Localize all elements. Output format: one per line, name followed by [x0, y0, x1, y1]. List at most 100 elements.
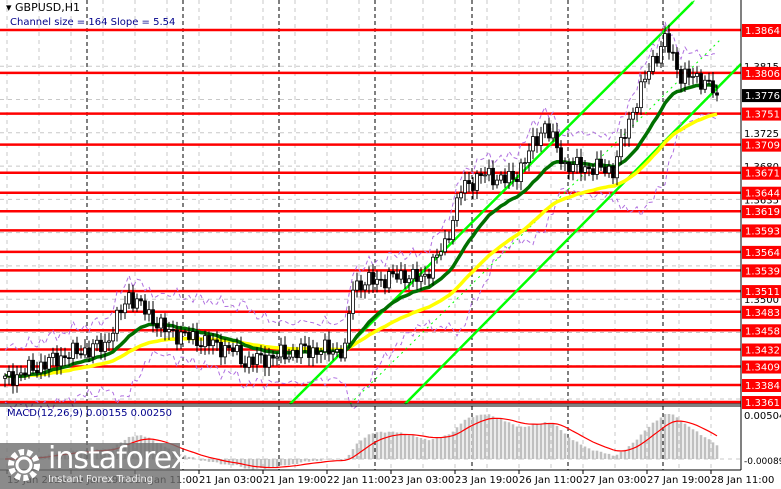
macd-histogram-bar	[411, 435, 415, 459]
candle-bull	[531, 136, 535, 152]
macd-histogram-bar	[463, 419, 467, 459]
level-price-label: 1.3458	[745, 326, 780, 337]
macd-histogram-bar	[307, 459, 311, 462]
candle-bear	[567, 161, 571, 172]
candle-bear	[215, 339, 219, 343]
candle-bear	[471, 183, 475, 191]
candle-bear	[379, 278, 383, 281]
candle-bear	[679, 69, 683, 84]
candle-bull	[627, 118, 631, 139]
candle-bull	[659, 46, 663, 64]
time-label: 26 Jan 11:00	[519, 475, 582, 486]
macd-histogram-bar	[483, 414, 487, 459]
candle-bull	[431, 256, 435, 279]
macd-histogram-bar	[695, 431, 699, 459]
candle-bear	[359, 280, 363, 291]
macd-histogram-bar	[559, 430, 563, 459]
macd-histogram-bar	[703, 437, 707, 459]
time-label: 27 Jan 19:00	[647, 475, 710, 486]
candle-bear	[67, 357, 71, 360]
candle-bull	[683, 68, 687, 84]
macd-histogram-bar	[303, 459, 307, 462]
watermark-brand: instaforex	[48, 441, 188, 476]
macd-histogram-bar	[291, 459, 295, 465]
candle-bull	[367, 272, 371, 286]
symbol-title: ▾ GBPUSD,H1	[6, 1, 81, 14]
candle-bear	[547, 123, 551, 139]
candle-bear	[43, 361, 47, 370]
macd-histogram-bar	[611, 455, 615, 459]
candle-bear	[667, 33, 671, 53]
candle-bear	[75, 342, 79, 355]
macd-histogram-bar	[471, 417, 475, 459]
time-label: 21 Jan 03:00	[199, 475, 262, 486]
candle-bear	[163, 317, 167, 333]
candle-bull	[463, 180, 467, 194]
candle-bull	[135, 298, 139, 309]
candle-bull	[83, 347, 87, 356]
candle-bull	[387, 271, 391, 289]
candle-bear	[403, 270, 407, 284]
candle-bull	[507, 170, 511, 184]
candle-bull	[51, 352, 55, 358]
macd-histogram-bar	[571, 440, 575, 459]
level-price-label: 1.3644	[745, 189, 780, 200]
macd-histogram-bar	[679, 421, 683, 459]
macd-histogram-bar	[619, 451, 623, 459]
level-price-label: 1.3864	[745, 26, 780, 37]
macd-histogram-bar	[519, 426, 523, 459]
candle-bear	[31, 359, 35, 371]
candle-bull	[631, 111, 635, 120]
candle-bear	[327, 339, 331, 355]
macd-histogram-bar	[267, 459, 271, 469]
candle-bear	[579, 156, 583, 173]
macd-histogram-bar	[663, 414, 667, 459]
macd-histogram-bar	[507, 422, 511, 459]
candle-bear	[467, 180, 471, 185]
macd-histogram-bar	[327, 459, 331, 460]
candle-bear	[155, 323, 159, 329]
macd-histogram-bar	[491, 416, 495, 459]
candle-bear	[599, 158, 603, 168]
level-price-label: 1.3384	[745, 381, 780, 392]
macd-histogram-bar	[187, 456, 191, 459]
level-price-label: 1.3751	[745, 110, 780, 121]
macd-histogram-bar	[691, 429, 695, 459]
candle-bear	[479, 173, 483, 176]
candle-bear	[55, 352, 59, 367]
macd-histogram-bar	[279, 459, 283, 466]
candle-bear	[587, 166, 591, 170]
macd-histogram-bar	[699, 435, 703, 459]
level-price-label: 1.3409	[745, 363, 780, 374]
candle-bear	[227, 345, 231, 349]
time-label: 22 Jan 11:00	[327, 475, 390, 486]
macd-histogram-bar	[523, 426, 527, 459]
macd-histogram-bar	[547, 422, 551, 459]
candle-bear	[143, 300, 147, 315]
candle-bull	[343, 342, 347, 359]
macd-histogram-bar	[311, 459, 315, 461]
macd-histogram-bar	[499, 419, 503, 459]
time-label: 28 Jan 11:00	[711, 475, 774, 486]
candle-bear	[699, 73, 703, 90]
macd-histogram-bar	[435, 438, 439, 459]
candle-bull	[319, 351, 323, 355]
candle-bull	[651, 55, 655, 72]
macd-histogram-bar	[443, 435, 447, 459]
candle-bear	[339, 349, 343, 359]
candle-bear	[79, 353, 83, 356]
time-label: 21 Jan 19:00	[263, 475, 326, 486]
level-price-label: 1.3361	[745, 398, 780, 409]
candle-bull	[299, 343, 303, 359]
candle-bull	[375, 278, 379, 285]
candle-bull	[451, 220, 455, 241]
macd-histogram-bar	[355, 443, 359, 459]
candle-bear	[307, 345, 311, 358]
candle-bear	[383, 279, 387, 289]
macd-histogram-bar	[283, 459, 287, 466]
candle-bear	[35, 370, 39, 374]
macd-histogram-bar	[659, 417, 663, 459]
candle-bull	[459, 192, 463, 199]
candle-bull	[223, 345, 227, 358]
candle-bull	[483, 174, 487, 177]
